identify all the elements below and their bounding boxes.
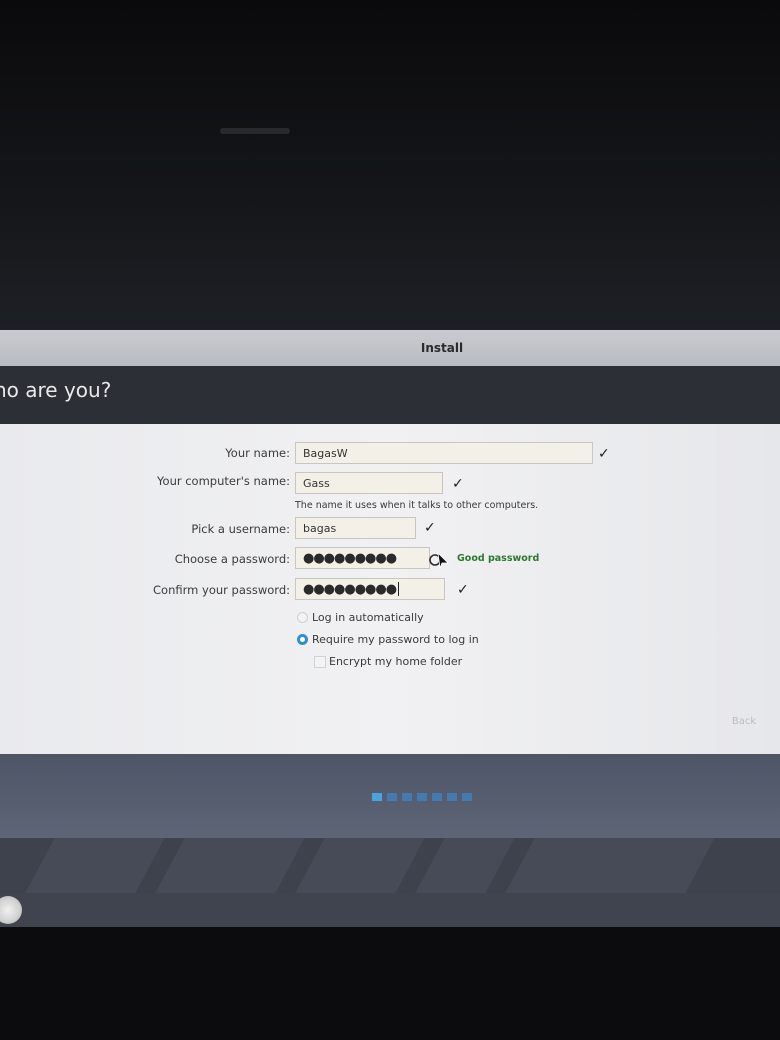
- progress-step-dot: [462, 793, 472, 801]
- window-title: Install: [420, 341, 464, 355]
- password-strength-text: Good password: [457, 553, 540, 564]
- password-label: Choose a password:: [174, 552, 290, 566]
- page-title: ho are you?: [0, 378, 112, 402]
- computer-name-label: Your computer's name:: [157, 474, 290, 488]
- progress-step-dot: [417, 793, 427, 801]
- text-cursor: [398, 582, 399, 596]
- progress-step-dot: [432, 793, 442, 801]
- encrypt-home-checkbox[interactable]: [314, 656, 326, 668]
- your-name-label: Your name:: [225, 446, 290, 460]
- background-dark-top: [0, 0, 780, 330]
- login-auto-radio[interactable]: [297, 612, 308, 623]
- computer-name-hint: The name it uses when it talks to other …: [295, 500, 539, 511]
- back-button[interactable]: Back: [720, 716, 768, 727]
- username-field[interactable]: bagas: [295, 517, 416, 539]
- password-field[interactable]: ●●●●●●●●●: [295, 547, 430, 569]
- your-name-field[interactable]: BagasW: [295, 442, 593, 464]
- progress-steps: [372, 793, 472, 801]
- require-password-label[interactable]: Require my password to log in: [312, 633, 479, 646]
- require-password-radio[interactable]: [297, 634, 308, 645]
- progress-step-dot: [402, 793, 412, 801]
- confirm-password-label: Confirm your password:: [153, 583, 290, 597]
- screen-glare: [220, 128, 290, 134]
- encrypt-home-label[interactable]: Encrypt my home folder: [329, 655, 462, 668]
- taskbar: [0, 893, 780, 927]
- background-dark-bottom: [0, 927, 780, 1040]
- computer-name-check-icon: ✓: [452, 476, 464, 492]
- password-strength-icon: [429, 551, 449, 569]
- page-header: [0, 366, 780, 424]
- desktop-wallpaper: [0, 838, 780, 893]
- progress-step-dot: [372, 793, 382, 801]
- login-auto-label[interactable]: Log in automatically: [312, 611, 424, 624]
- your-name-check-icon: ✓: [598, 446, 610, 462]
- progress-step-dot: [447, 793, 457, 801]
- confirm-password-field[interactable]: ●●●●●●●●●: [295, 578, 445, 600]
- progress-step-dot: [387, 793, 397, 801]
- confirm-password-check-icon: ✓: [457, 582, 469, 598]
- username-label: Pick a username:: [191, 522, 290, 536]
- username-check-icon: ✓: [424, 520, 436, 536]
- computer-name-field[interactable]: Gass: [295, 472, 443, 494]
